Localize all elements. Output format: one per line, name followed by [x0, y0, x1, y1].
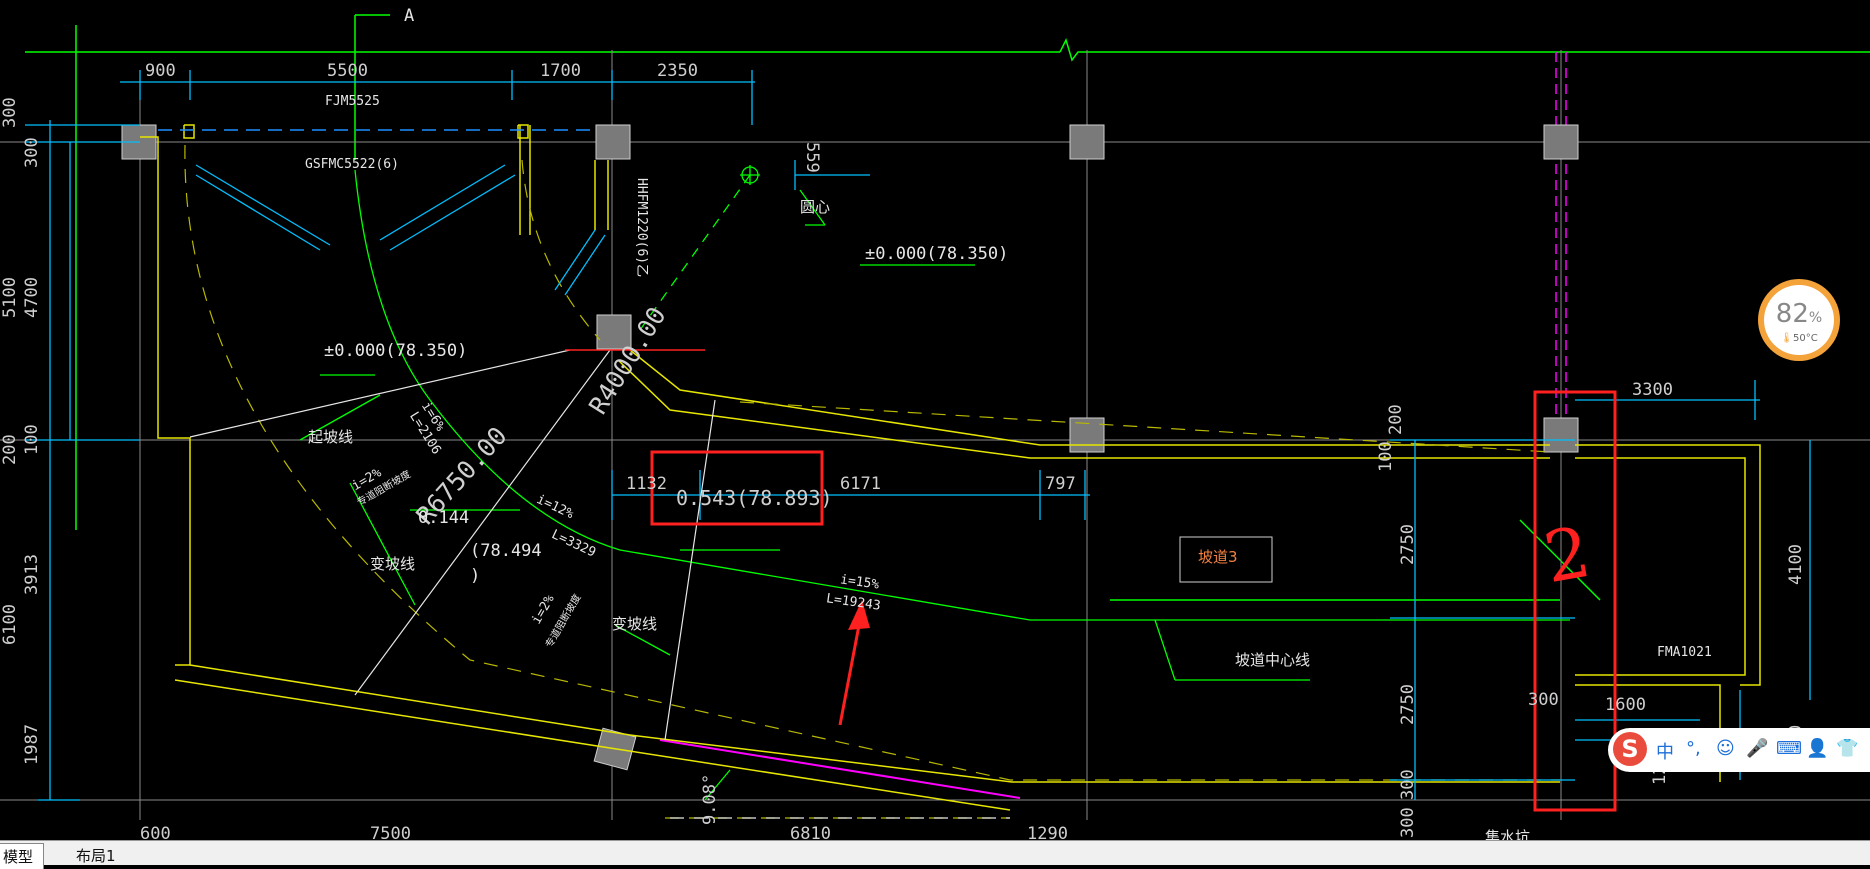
gauge-percent: 82% [1775, 299, 1823, 329]
dim-300-horizontal: 300 [1528, 690, 1559, 710]
left-dim-outer-2: 5100 [0, 277, 20, 318]
dim-1600: 1600 [1605, 695, 1646, 715]
dim-559: 559 [802, 142, 822, 173]
slope-start-label: 起坡线 [308, 428, 354, 446]
mid-dim-3: 797 [1045, 474, 1076, 494]
elev-0144: 0.144 [418, 508, 470, 528]
red-arrow-annotation [838, 600, 870, 726]
ime-toolbar[interactable]: S 中 °, ☺ 🎤 ⌨ 👤 👕 [1608, 728, 1870, 772]
top-dim-1: 900 [145, 61, 176, 81]
ime-voice-icon[interactable]: 🎤 [1746, 738, 1768, 759]
mid-dim-1: 1132 [626, 474, 667, 494]
door-fma-label: FMA1021 [1657, 645, 1712, 660]
left-dim-outer-3: 200 [0, 434, 20, 465]
right-dim-v-5: 300 [1398, 769, 1418, 800]
right-dim-v-6: 300 [1398, 807, 1418, 838]
axis-lines [25, 14, 1870, 601]
right-dim-v-1: 200 [1386, 404, 1406, 435]
top-dim-3: 1700 [540, 61, 581, 81]
left-dim-inner-2: 4700 [22, 277, 42, 318]
ramp-tag: 坡道3 [1198, 548, 1238, 566]
section-marker: A [404, 6, 415, 26]
elev-top: ±0.000(78.350) [865, 244, 1009, 264]
gauge-temp: 🌡50°C [1780, 333, 1818, 344]
left-dim-inner-4: 3913 [22, 554, 42, 595]
ime-user-icon[interactable]: 👤 [1806, 738, 1828, 759]
ime-keyboard-icon[interactable]: ⌨ [1776, 738, 1802, 759]
right-dim-v-4: 2750 [1398, 684, 1418, 725]
dim-4100: 4100 [1786, 544, 1806, 585]
grid-lines [0, 50, 1870, 820]
mid-dim-2: 6171 [840, 474, 881, 494]
highlight-box-column [1533, 390, 1617, 812]
slope-change-label-2: 变坡线 [612, 615, 658, 633]
ime-emoji-icon[interactable]: ☺ [1716, 738, 1735, 759]
left-dim-outer-1: 300 [0, 97, 20, 128]
sogou-logo-icon[interactable]: S [1613, 732, 1647, 766]
left-dim-inner-3: 100 [22, 424, 42, 455]
thermometer-icon: 🌡 [1780, 333, 1793, 344]
left-dim-inner-1: 300 [22, 137, 42, 168]
door-hhfm-label: HHFM1220(6)乙 [634, 178, 649, 278]
tab-layout1[interactable]: 布局1 [66, 843, 126, 868]
top-dim-4: 2350 [657, 61, 698, 81]
center-label: 圆心 [800, 198, 831, 216]
slope-change-label-1: 变坡线 [370, 555, 416, 573]
dim-3300: 3300 [1632, 380, 1673, 400]
elev-78494: (78.494 [470, 541, 542, 561]
door-gsfmc-label: GSFMC5522(6) [305, 157, 399, 172]
right-dim-v-2: 100 [1376, 441, 1396, 472]
left-dim-inner-5: 1987 [22, 724, 42, 765]
right-dim-v-3: 2750 [1398, 524, 1418, 565]
elev-78494-close: ) [470, 566, 481, 586]
cad-drawing-canvas[interactable] [0, 0, 1870, 840]
tab-model[interactable]: 模型 [0, 843, 45, 869]
wall-outlines [140, 124, 1761, 811]
top-dim-2: 5500 [327, 61, 368, 81]
door-fjm-label: FJM5525 [325, 94, 380, 109]
cpu-gauge-widget[interactable]: 82% 🌡50°C [1758, 279, 1840, 361]
ime-punctuation-button[interactable]: °, [1686, 738, 1701, 759]
angle-label: 9.08° [700, 773, 720, 825]
ramp-center-label: 坡道中心线 [1235, 651, 1311, 669]
left-dim-outer-4: 6100 [0, 604, 20, 645]
highlight-elevation-value: 0.543(78.893) [676, 486, 833, 510]
elev-left: ±0.000(78.350) [324, 341, 468, 361]
layout-tab-bar: 模型 布局1 [0, 840, 1870, 869]
ime-chinese-mode-button[interactable]: 中 [1656, 738, 1674, 764]
ime-skin-icon[interactable]: 👕 [1836, 738, 1858, 759]
